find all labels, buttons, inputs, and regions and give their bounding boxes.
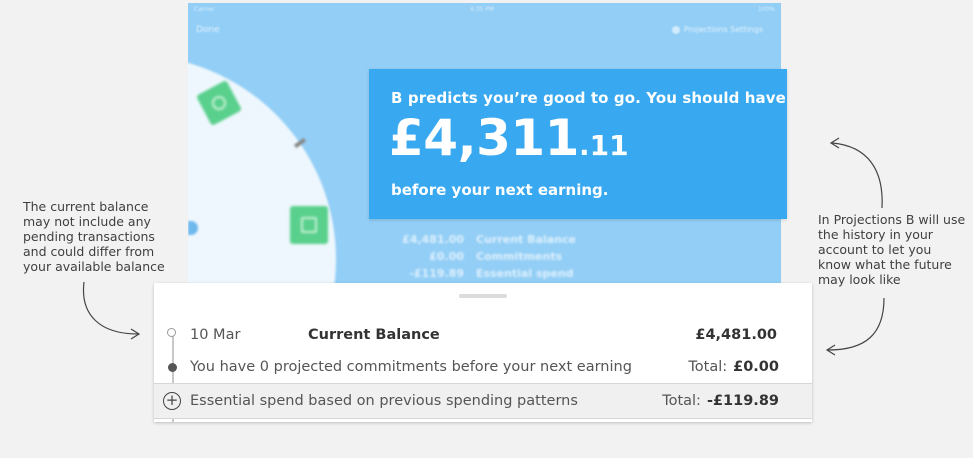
right-bottom-arrow-icon	[827, 297, 885, 351]
left-arrow-icon	[82, 281, 139, 335]
right-top-arrow-icon	[831, 142, 883, 209]
annotation-arrows	[82, 137, 885, 356]
